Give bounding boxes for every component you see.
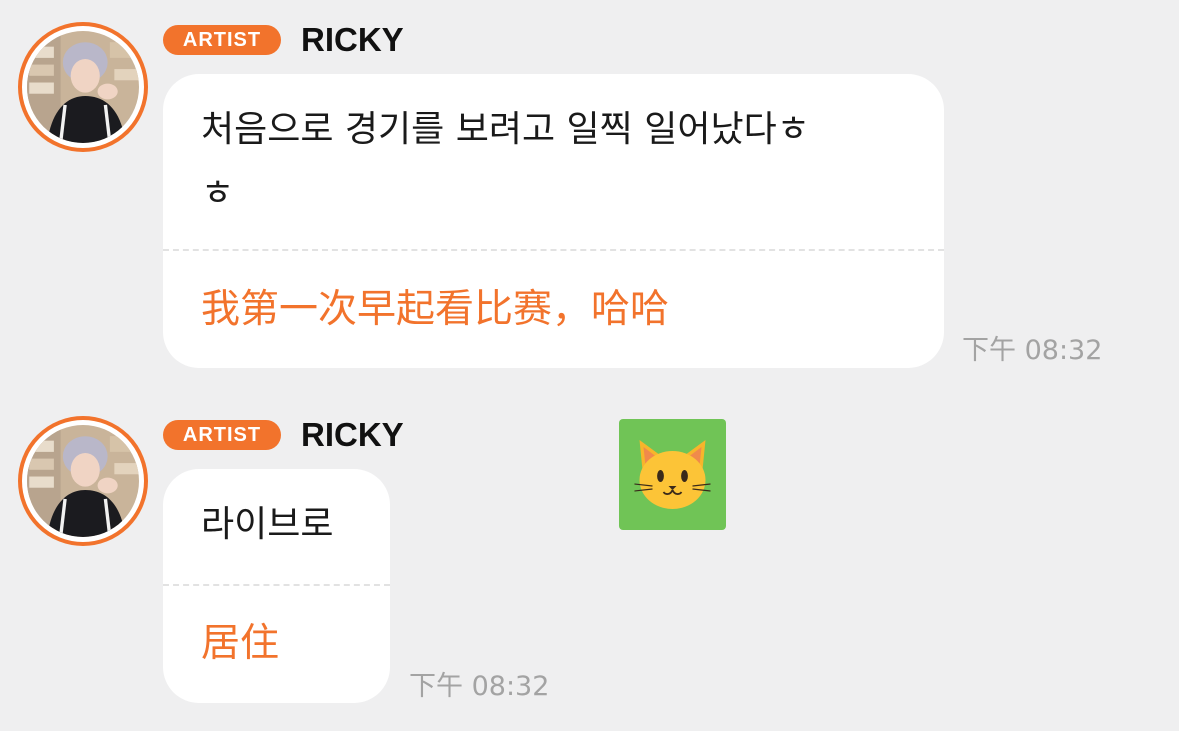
sender-name[interactable]: RICKY xyxy=(301,22,404,58)
translation-text: 居住 xyxy=(201,621,280,666)
artist-badge: ARTIST xyxy=(163,25,281,55)
original-text-line-2: ㅎ xyxy=(201,173,235,214)
cat-face-icon xyxy=(634,440,711,509)
sender-avatar[interactable] xyxy=(18,22,148,152)
translation-divider xyxy=(163,249,944,251)
original-text: 라이브로 xyxy=(201,504,334,545)
original-text-line-1: 처음으로 경기를 보려고 일찍 일어났다ㅎ xyxy=(201,109,810,150)
message-bubble[interactable]: 처음으로 경기를 보려고 일찍 일어났다ㅎ ㅎ 我第一次早起看比赛，哈哈 xyxy=(163,74,944,368)
message-timestamp: 下午 08:32 xyxy=(409,671,550,702)
cat-sticker[interactable] xyxy=(619,419,726,530)
message-timestamp: 下午 08:32 xyxy=(962,335,1103,366)
translation-divider xyxy=(163,584,390,586)
sender-avatar[interactable] xyxy=(18,416,148,546)
sender-name[interactable]: RICKY xyxy=(301,417,404,453)
artist-badge: ARTIST xyxy=(163,420,281,450)
message-bubble[interactable]: 라이브로 居住 xyxy=(163,469,390,703)
avatar-photo xyxy=(27,31,139,143)
translation-text: 我第一次早起看比赛，哈哈 xyxy=(201,287,670,332)
avatar-photo xyxy=(27,425,139,537)
